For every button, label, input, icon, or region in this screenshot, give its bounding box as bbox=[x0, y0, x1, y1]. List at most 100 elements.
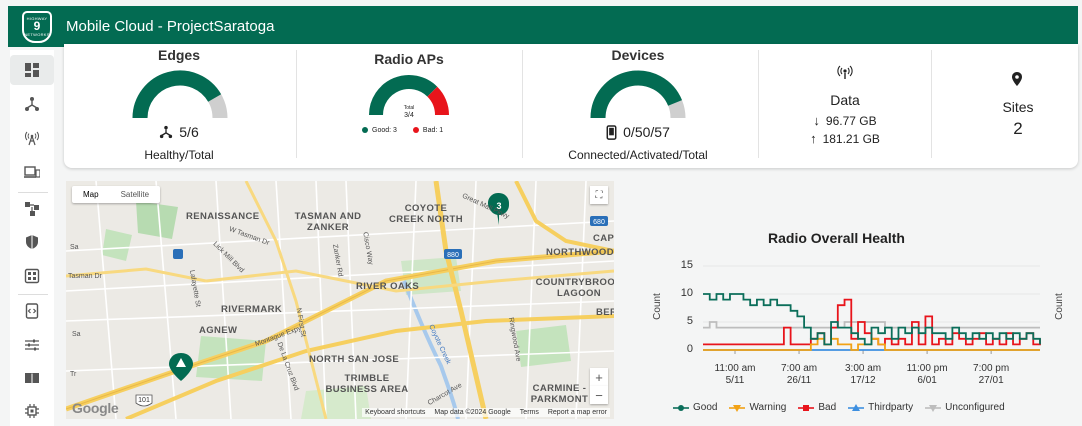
legend-marker-icon bbox=[925, 404, 942, 412]
svg-text:680: 680 bbox=[593, 219, 605, 226]
devices-value: 0/50/57 bbox=[623, 124, 670, 140]
svg-text:880: 880 bbox=[447, 252, 459, 259]
map-label: NORTHWOOD bbox=[546, 247, 614, 258]
map-label: COYOTE CREEK NORTH bbox=[388, 203, 464, 225]
legend-marker-icon bbox=[848, 403, 865, 411]
signal-icon bbox=[837, 65, 853, 79]
edges-value-row: 5/6 bbox=[119, 124, 239, 140]
arrow-down-icon: ↓ bbox=[813, 113, 820, 128]
map-label: RIVER OAKS bbox=[356, 281, 420, 292]
sidebar-item-hardware[interactable] bbox=[10, 396, 54, 426]
radio-aps-center-label: Total bbox=[403, 105, 415, 111]
keyboard-shortcuts-link[interactable]: Keyboard shortcuts bbox=[365, 409, 425, 416]
sidebar-item-topology[interactable] bbox=[10, 89, 54, 119]
book-icon bbox=[25, 373, 39, 384]
devices-icon bbox=[24, 166, 40, 178]
edges-gauge bbox=[132, 70, 228, 119]
arrow-up-icon: ↑ bbox=[810, 131, 817, 146]
phone-icon bbox=[606, 124, 617, 140]
logo-bottom-text: NETWORKS bbox=[24, 32, 50, 37]
map-label: BER bbox=[596, 307, 614, 318]
sidebar-item-security[interactable] bbox=[10, 227, 54, 257]
topology-icon bbox=[160, 125, 173, 139]
legend-marker-icon bbox=[673, 404, 689, 411]
radio-aps-center-value: 3/4 bbox=[404, 112, 414, 119]
location-pin-icon bbox=[1012, 72, 1022, 86]
radio-health-chart: Radio Overall Health Count Count 15 10 5 0 … bbox=[640, 181, 1080, 421]
highway-shield-680: 680 bbox=[590, 216, 608, 226]
sidebar-item-docs[interactable] bbox=[10, 363, 54, 393]
legend-bad-label: Bad: 1 bbox=[422, 127, 444, 134]
sidebar-item-settings[interactable] bbox=[10, 330, 54, 360]
sidebar-item-edges[interactable] bbox=[10, 194, 54, 224]
highway9-logo[interactable]: HIGHWAY 9 NETWORKS bbox=[22, 10, 52, 43]
map-label: RIVERMARK bbox=[221, 304, 283, 315]
highway-shield-880: 880 bbox=[444, 249, 462, 259]
street-label: Tasman Dr bbox=[68, 273, 102, 280]
sliders-icon bbox=[25, 339, 39, 351]
svg-text:101: 101 bbox=[138, 397, 150, 404]
code-doc-icon bbox=[25, 303, 39, 319]
legend-label: Bad bbox=[818, 402, 837, 413]
map-type-tabs: Map Satellite bbox=[72, 186, 161, 203]
sidebar-item-dashboard[interactable] bbox=[10, 55, 54, 85]
map-tab-map[interactable]: Map bbox=[72, 186, 110, 203]
data-download: 96.77 GB bbox=[825, 113, 877, 128]
data-upload: 181.21 GB bbox=[822, 131, 880, 146]
fullscreen-button[interactable]: ⛶ bbox=[590, 186, 608, 204]
fullscreen-icon: ⛶ bbox=[595, 189, 603, 201]
legend-item-good[interactable]: Good bbox=[673, 402, 717, 413]
street-label: Sa bbox=[72, 331, 81, 338]
street-label: Tr bbox=[70, 371, 77, 378]
topology-icon bbox=[25, 97, 39, 111]
dashboard-icon bbox=[25, 63, 39, 77]
map-tab-satellite[interactable]: Satellite bbox=[110, 186, 160, 203]
legend-item-thirdparty[interactable]: Thirdparty bbox=[848, 402, 913, 413]
devices-caption: Connected/Activated/Total bbox=[568, 148, 708, 162]
chip-icon bbox=[25, 404, 39, 418]
legend-item-unconfigured[interactable]: Unconfigured bbox=[925, 402, 1005, 413]
map-label: CAP bbox=[593, 233, 614, 244]
map-label: TASMAN AND ZANKER bbox=[294, 211, 362, 233]
radio-tower-icon bbox=[25, 131, 39, 146]
map-label: AGNEW bbox=[199, 325, 238, 336]
map-label: COUNTRYBROOK LAGOON bbox=[535, 277, 614, 299]
sidebar-item-integrations[interactable] bbox=[10, 296, 54, 326]
legend-label: Unconfigured bbox=[945, 402, 1005, 413]
series-line-good bbox=[703, 293, 1041, 346]
summary-card: Edges 5/6 Healthy/Total Radio APs Total … bbox=[64, 44, 1078, 168]
shield-icon bbox=[26, 235, 38, 249]
google-logo: Google bbox=[72, 400, 119, 416]
devices-value-row: 0/50/57 bbox=[548, 124, 728, 140]
devices-title: Devices bbox=[611, 47, 665, 63]
map-label: TRIMBLE BUSINESS AREA bbox=[325, 373, 409, 395]
sidebar-item-devices[interactable] bbox=[10, 157, 54, 187]
terms-link[interactable]: Terms bbox=[520, 409, 539, 416]
edges-value: 5/6 bbox=[179, 124, 199, 140]
map-footer: Keyboard shortcuts Map data ©2024 Google… bbox=[362, 408, 610, 417]
data-title: Data bbox=[830, 92, 860, 108]
data-download-row: ↓ 96.77 GB bbox=[795, 113, 895, 128]
app-title: Mobile Cloud - ProjectSaratoga bbox=[66, 18, 275, 35]
chart-legend: Good Warning Bad Thirdparty Unconfigured bbox=[673, 402, 1005, 413]
report-map-error-link[interactable]: Report a map error bbox=[548, 409, 607, 416]
apps-grid-icon bbox=[24, 268, 40, 284]
site-map[interactable]: 880 680 101 3 Map Satellite ⛶ + − RENAIS… bbox=[66, 181, 614, 419]
legend-marker-icon bbox=[798, 404, 815, 411]
sidebar-item-radio-aps[interactable] bbox=[10, 123, 54, 153]
network-edges-icon bbox=[25, 202, 39, 216]
legend-good-label: Good: 3 bbox=[372, 127, 397, 134]
legend-good: Good: 3 bbox=[362, 127, 397, 134]
sidebar-item-apps[interactable] bbox=[10, 261, 54, 291]
legend-marker-icon bbox=[729, 404, 746, 412]
legend-item-warning[interactable]: Warning bbox=[729, 402, 786, 413]
data-upload-row: ↑ 181.21 GB bbox=[795, 131, 895, 146]
top-bar: HIGHWAY 9 NETWORKS Mobile Cloud - Projec… bbox=[8, 6, 1078, 47]
edges-caption: Healthy/Total bbox=[144, 148, 214, 162]
sites-value: 2 bbox=[1013, 119, 1023, 138]
edges-title: Edges bbox=[157, 47, 200, 63]
map-label: NORTH SAN JOSE bbox=[309, 354, 400, 365]
logo-number: 9 bbox=[33, 19, 41, 33]
legend-label: Good bbox=[693, 402, 718, 413]
legend-item-bad[interactable]: Bad bbox=[798, 402, 836, 413]
